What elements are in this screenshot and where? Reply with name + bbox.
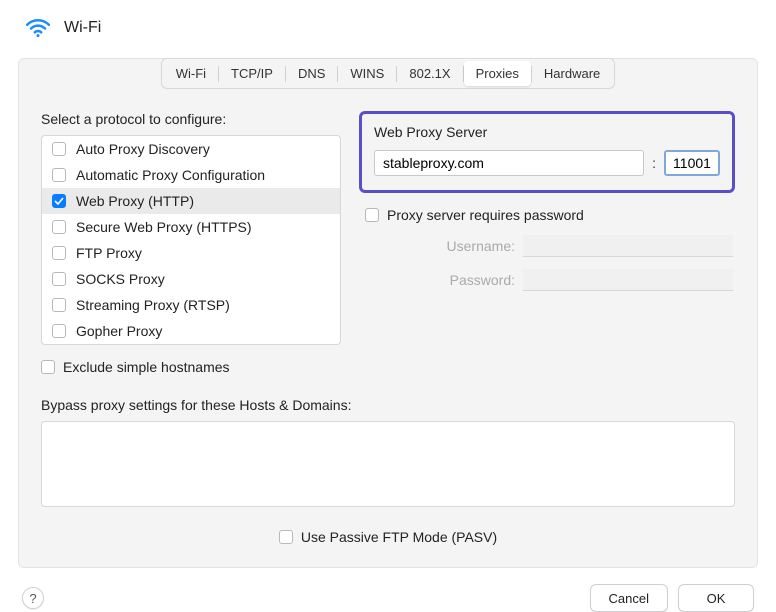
protocol-label: Secure Web Proxy (HTTPS) bbox=[76, 219, 252, 235]
tab-hardware[interactable]: Hardware bbox=[532, 61, 612, 86]
server-port-separator: : bbox=[652, 155, 656, 171]
tab-proxies[interactable]: Proxies bbox=[464, 61, 531, 86]
password-input[interactable] bbox=[523, 269, 733, 291]
proxy-server-input[interactable] bbox=[374, 150, 644, 176]
proxy-port-input[interactable] bbox=[664, 150, 720, 176]
server-section-label: Web Proxy Server bbox=[374, 124, 720, 140]
username-row: Username: bbox=[359, 235, 735, 257]
pasv-label: Use Passive FTP Mode (PASV) bbox=[301, 529, 497, 545]
protocol-column: Select a protocol to configure: Auto Pro… bbox=[41, 111, 341, 345]
password-label: Password: bbox=[450, 272, 515, 288]
protocol-label: Automatic Proxy Configuration bbox=[76, 167, 265, 183]
username-label: Username: bbox=[447, 238, 515, 254]
protocol-row-7[interactable]: Gopher Proxy bbox=[42, 318, 340, 344]
exclude-label: Exclude simple hostnames bbox=[63, 359, 230, 375]
protocol-checkbox[interactable] bbox=[52, 168, 66, 182]
auth-checkbox[interactable] bbox=[365, 208, 379, 222]
help-button[interactable]: ? bbox=[22, 587, 44, 609]
protocol-section-label: Select a protocol to configure: bbox=[41, 111, 341, 127]
protocol-row-2[interactable]: Web Proxy (HTTP) bbox=[42, 188, 340, 214]
tab-wi-fi[interactable]: Wi-Fi bbox=[164, 61, 218, 86]
protocol-row-0[interactable]: Auto Proxy Discovery bbox=[42, 136, 340, 162]
username-input[interactable] bbox=[523, 235, 733, 257]
protocol-checkbox[interactable] bbox=[52, 194, 66, 208]
protocol-row-1[interactable]: Automatic Proxy Configuration bbox=[42, 162, 340, 188]
ok-button[interactable]: OK bbox=[678, 584, 754, 612]
protocol-label: Web Proxy (HTTP) bbox=[76, 193, 194, 209]
protocol-checkbox[interactable] bbox=[52, 142, 66, 156]
window-header: Wi-Fi bbox=[18, 14, 758, 42]
settings-panel: Wi-FiTCP/IPDNSWINS802.1XProxiesHardware … bbox=[18, 58, 758, 568]
protocol-label: Streaming Proxy (RTSP) bbox=[76, 297, 230, 313]
auth-row: Proxy server requires password bbox=[359, 207, 735, 223]
tab-802-1x[interactable]: 802.1X bbox=[397, 61, 462, 86]
window-title: Wi-Fi bbox=[64, 19, 101, 37]
cancel-button[interactable]: Cancel bbox=[590, 584, 668, 612]
auth-label: Proxy server requires password bbox=[387, 207, 584, 223]
tab-tcp-ip[interactable]: TCP/IP bbox=[219, 61, 285, 86]
footer-row: ? Cancel OK bbox=[18, 584, 758, 612]
protocol-label: SOCKS Proxy bbox=[76, 271, 165, 287]
protocol-checkbox[interactable] bbox=[52, 298, 66, 312]
protocol-list[interactable]: Auto Proxy Discovery Automatic Proxy Conf… bbox=[41, 135, 341, 345]
protocol-checkbox[interactable] bbox=[52, 324, 66, 338]
wifi-icon bbox=[24, 14, 52, 42]
protocol-checkbox[interactable] bbox=[52, 246, 66, 260]
protocol-row-6[interactable]: Streaming Proxy (RTSP) bbox=[42, 292, 340, 318]
protocol-checkbox[interactable] bbox=[52, 272, 66, 286]
server-highlight-box: Web Proxy Server : bbox=[359, 111, 735, 193]
protocol-row-5[interactable]: SOCKS Proxy bbox=[42, 266, 340, 292]
tab-wins[interactable]: WINS bbox=[338, 61, 396, 86]
protocol-label: Auto Proxy Discovery bbox=[76, 141, 210, 157]
bypass-textarea[interactable] bbox=[41, 421, 735, 507]
exclude-row: Exclude simple hostnames bbox=[41, 359, 735, 375]
server-row: : bbox=[374, 150, 720, 176]
server-column: Web Proxy Server : Proxy server requires… bbox=[359, 111, 735, 345]
pasv-checkbox[interactable] bbox=[279, 530, 293, 544]
exclude-checkbox[interactable] bbox=[41, 360, 55, 374]
bypass-label: Bypass proxy settings for these Hosts & … bbox=[41, 397, 735, 413]
pasv-row: Use Passive FTP Mode (PASV) bbox=[41, 529, 735, 545]
tab-bar: Wi-FiTCP/IPDNSWINS802.1XProxiesHardware bbox=[41, 58, 735, 89]
protocol-checkbox[interactable] bbox=[52, 220, 66, 234]
password-row: Password: bbox=[359, 269, 735, 291]
network-proxies-window: Wi-Fi Wi-FiTCP/IPDNSWINS802.1XProxiesHar… bbox=[0, 0, 776, 593]
protocol-row-4[interactable]: FTP Proxy bbox=[42, 240, 340, 266]
tab-dns[interactable]: DNS bbox=[286, 61, 337, 86]
protocol-label: FTP Proxy bbox=[76, 245, 142, 261]
protocol-row-3[interactable]: Secure Web Proxy (HTTPS) bbox=[42, 214, 340, 240]
protocol-label: Gopher Proxy bbox=[76, 323, 162, 339]
